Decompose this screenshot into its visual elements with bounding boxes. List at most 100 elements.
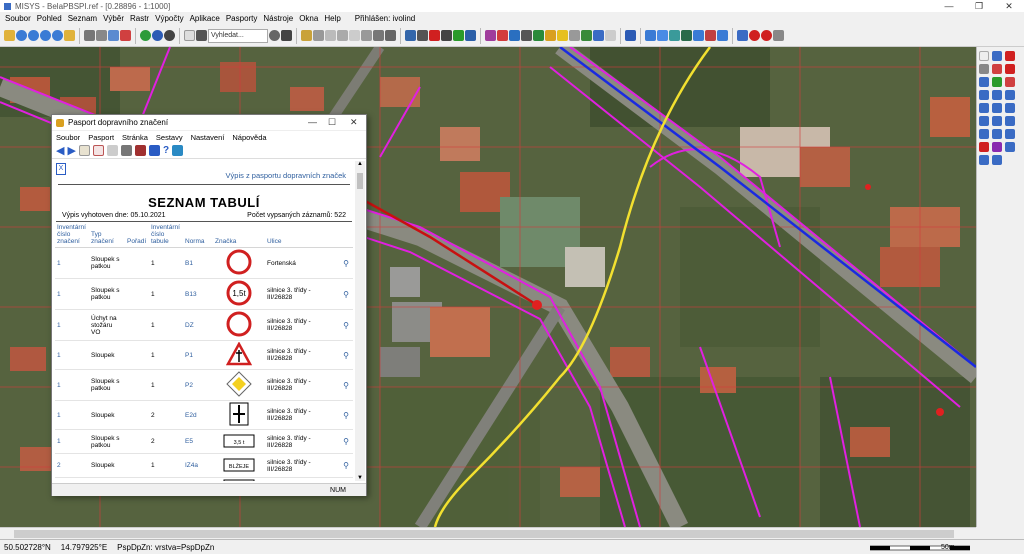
pen-icon[interactable] (1005, 142, 1015, 152)
col-inv-tab[interactable]: Inventární číslo tabule (149, 222, 183, 248)
map-tool-icon[interactable] (657, 30, 668, 41)
map-pin-icon[interactable]: ⚲ (339, 340, 353, 370)
zoom-in-icon[interactable] (16, 30, 27, 41)
edit-icon[interactable] (120, 30, 131, 41)
tools-icon[interactable] (134, 145, 146, 156)
map-pin-icon[interactable]: ⚲ (339, 453, 353, 478)
color-tool-icon[interactable] (992, 142, 1002, 152)
edit-tool-icon[interactable] (992, 155, 1002, 165)
zoom-tool-icon[interactable] (992, 129, 1002, 139)
table-row[interactable]: 3Sloupek 1E13 MIMOZÁSOBOVÁNÍ silnice 3. tří… (55, 477, 353, 481)
map-pin-icon[interactable]: ⚲ (339, 278, 353, 310)
search-input[interactable]: Vyhledat... (208, 28, 268, 43)
undo-icon[interactable] (1005, 51, 1015, 61)
dialog-close-icon[interactable]: ✕ (350, 117, 358, 128)
menu-help[interactable]: Help (321, 14, 343, 23)
forward-icon[interactable]: ▶ (67, 144, 75, 157)
refresh-icon[interactable] (164, 30, 175, 41)
report-link[interactable]: Výpis z pasportu dopravních značek (54, 171, 354, 183)
dialog-menu-pasport[interactable]: Pasport (88, 133, 114, 142)
document-icon[interactable] (569, 30, 580, 41)
light-icon[interactable] (557, 30, 568, 41)
green-layer-icon[interactable] (453, 30, 464, 41)
map-pin-icon[interactable]: ⚲ (339, 369, 353, 401)
help-icon[interactable] (184, 30, 195, 41)
text-icon[interactable] (325, 30, 336, 41)
restore-icon[interactable]: ❐ (964, 0, 994, 12)
table-row[interactable]: 1 Úchyt na stožáru VO 1 DZ silnice 3. třídy … (55, 309, 353, 341)
col-poradi[interactable]: Pořadí (125, 222, 149, 248)
open-icon[interactable] (4, 30, 15, 41)
dialog-menu-nastaveni[interactable]: Nastavení (191, 133, 225, 142)
map-tool-icon[interactable] (669, 30, 680, 41)
menu-aplikace[interactable]: Aplikace (187, 14, 223, 23)
help-icon[interactable]: ? (163, 145, 169, 156)
scroll-up-icon[interactable]: ▲ (357, 161, 363, 167)
layer-tool-icon[interactable] (992, 90, 1002, 100)
col-znacka[interactable]: Značka (213, 222, 265, 248)
line-tool-icon[interactable] (979, 155, 989, 165)
options-icon[interactable] (106, 145, 118, 156)
stop-icon[interactable] (749, 30, 760, 41)
table-row[interactable]: 1 Sloupek s patkou 1 B1 Fortenská ⚲ (55, 247, 353, 279)
node-icon[interactable] (361, 30, 372, 41)
map-tool-icon[interactable] (717, 30, 728, 41)
edit-layer-icon[interactable] (605, 30, 616, 41)
layers-icon[interactable] (152, 30, 163, 41)
pipe-icon[interactable] (509, 30, 520, 41)
zoom-all-icon[interactable] (52, 30, 63, 41)
frame-icon[interactable] (979, 116, 989, 126)
zoom-window-icon[interactable] (40, 30, 51, 41)
dialog-menu-napoveda[interactable]: Nápověda (232, 133, 266, 142)
info-tool-icon[interactable] (737, 30, 748, 41)
zoom-tool-icon[interactable] (1005, 129, 1015, 139)
map-tool-icon[interactable] (681, 30, 692, 41)
table-row[interactable]: 2 Sloupek 1 IZ4a BLŽEJE silnice 3. třídy - II… (55, 453, 353, 478)
copy-icon[interactable] (108, 30, 119, 41)
settings-icon[interactable] (148, 145, 160, 156)
map-tool-icon[interactable] (645, 30, 656, 41)
cross-tool-icon[interactable] (992, 64, 1002, 74)
dialog-vertical-scrollbar[interactable]: ▲ ▼ (355, 161, 365, 481)
snap-icon[interactable] (979, 77, 989, 87)
layer-icon[interactable] (441, 30, 452, 41)
pin-tool-icon[interactable] (979, 142, 989, 152)
measure-tool-icon[interactable] (979, 90, 989, 100)
scrollbar-thumb[interactable] (14, 530, 954, 538)
measure-icon[interactable] (337, 30, 348, 41)
legend-icon[interactable] (465, 30, 476, 41)
target-icon[interactable] (761, 30, 772, 41)
table-row[interactable]: 1 Sloupek 1 P1 silnice 3. třídy - III/26828 ⚲ (55, 340, 353, 370)
map-tool-icon[interactable] (693, 30, 704, 41)
col-typ[interactable]: Typ značení (89, 222, 125, 248)
chart-icon[interactable] (581, 30, 592, 41)
search-icon[interactable] (269, 30, 280, 41)
draw-line-icon[interactable] (301, 30, 312, 41)
menu-vypocty[interactable]: Výpočty (152, 14, 186, 23)
grid-tool-icon[interactable] (1005, 90, 1015, 100)
map-pin-icon[interactable]: ⚲ (339, 477, 353, 481)
crosshair-icon[interactable] (281, 30, 292, 41)
sign-marker[interactable] (936, 408, 944, 416)
red-layer-icon[interactable] (429, 30, 440, 41)
map-horizontal-scrollbar[interactable] (0, 527, 976, 539)
table-row[interactable]: 1 Sloupek 2 E2d silnice 3. třídy - III/26828… (55, 400, 353, 430)
tree-icon[interactable] (533, 30, 544, 41)
home-icon[interactable] (196, 30, 207, 41)
zoom-tool-icon[interactable] (979, 129, 989, 139)
sign-icon[interactable] (545, 30, 556, 41)
col-ulice[interactable]: Ulice (265, 222, 339, 248)
building-icon[interactable] (485, 30, 496, 41)
menu-pohled[interactable]: Pohled (34, 14, 65, 23)
menu-seznam[interactable]: Seznam (65, 14, 100, 23)
sign-marker[interactable] (865, 184, 871, 190)
map-tool-icon[interactable] (705, 30, 716, 41)
select-arrow-icon[interactable] (979, 51, 989, 61)
print-icon[interactable] (120, 145, 132, 156)
close-icon[interactable]: ✕ (994, 0, 1024, 12)
map-pin-icon[interactable]: ⚲ (339, 309, 353, 341)
table-row[interactable]: 1 Sloupek s patkou 2 E5 3,5 t silnice 3. tříd… (55, 429, 353, 454)
database-icon[interactable] (625, 30, 636, 41)
selected-sign-marker[interactable] (532, 300, 542, 310)
frame-icon[interactable] (1005, 103, 1015, 113)
